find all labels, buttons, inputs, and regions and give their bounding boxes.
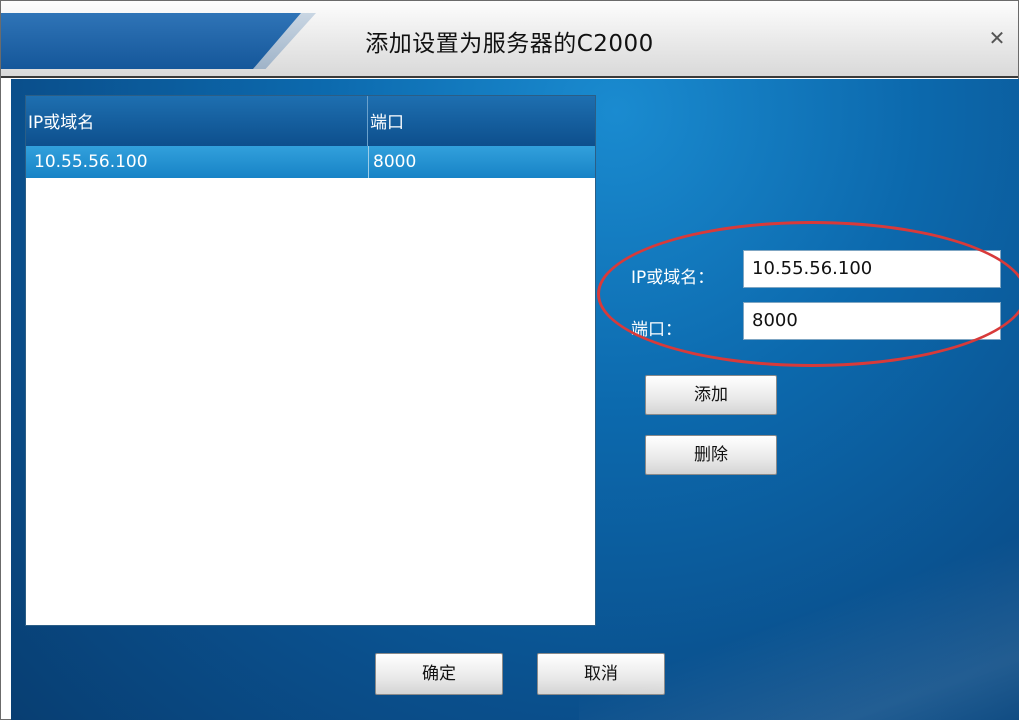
- cancel-button[interactable]: 取消: [537, 653, 665, 695]
- delete-button[interactable]: 删除: [645, 435, 777, 475]
- cell-ip: 10.55.56.100: [34, 152, 148, 172]
- dialog-window: 添加设置为服务器的C2000 ✕ IP或域名 端口 10.55.56.100 8…: [0, 0, 1019, 720]
- highlight-annotation: [597, 221, 1019, 367]
- ip-label: IP或域名：: [631, 268, 715, 288]
- port-field[interactable]: 8000: [743, 302, 1001, 340]
- dialog-body: IP或域名 端口 10.55.56.100 8000 IP或域名： 10.55.…: [11, 79, 1019, 720]
- port-label: 端口：: [631, 320, 682, 340]
- add-button[interactable]: 添加: [645, 375, 777, 415]
- column-header-ip[interactable]: IP或域名: [26, 96, 368, 146]
- title-bar[interactable]: 添加设置为服务器的C2000 ✕: [1, 1, 1018, 78]
- cell-port: 8000: [368, 146, 595, 178]
- ok-button[interactable]: 确定: [375, 653, 503, 695]
- server-list[interactable]: IP或域名 端口 10.55.56.100 8000: [25, 95, 596, 626]
- dialog-title: 添加设置为服务器的C2000: [365, 31, 654, 57]
- ip-field[interactable]: 10.55.56.100: [743, 250, 1001, 288]
- close-icon[interactable]: ✕: [986, 27, 1008, 49]
- table-row[interactable]: 10.55.56.100 8000: [26, 146, 595, 178]
- column-header-port[interactable]: 端口: [368, 96, 595, 146]
- list-header: IP或域名 端口: [26, 96, 595, 146]
